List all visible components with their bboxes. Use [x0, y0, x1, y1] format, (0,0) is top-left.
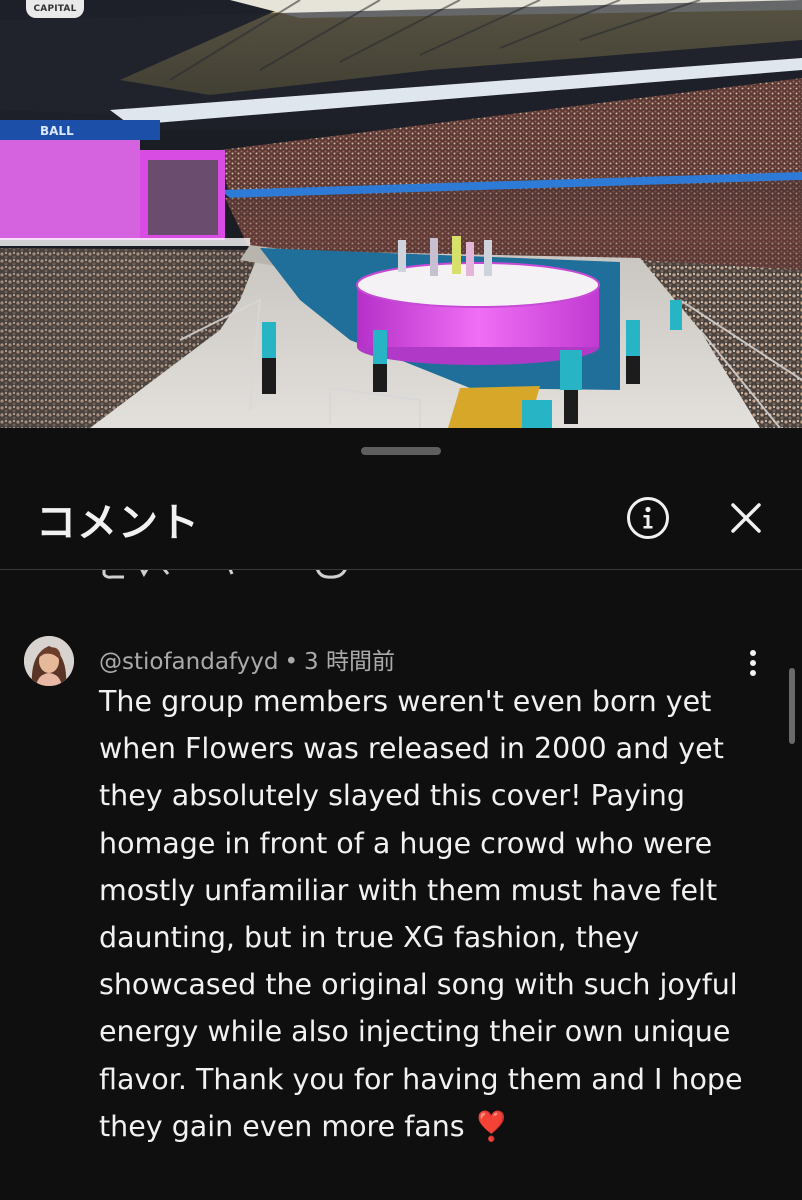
stadium-scene-image: BALL — [0, 0, 802, 428]
comments-sheet: コメント @stiofandafyyd • 3 時間前 The group me… — [0, 428, 802, 1200]
channel-logo: CAPITAL — [26, 0, 84, 18]
comment-time: 3 時間前 — [304, 649, 395, 675]
sheet-title: コメント — [36, 500, 200, 546]
comment-text: The group members weren't even born yet … — [99, 685, 743, 1143]
avatar-image — [24, 636, 74, 686]
more-options-button[interactable] — [738, 646, 768, 680]
close-icon — [731, 503, 761, 533]
svg-text:BALL: BALL — [40, 124, 74, 138]
more-vert-icon — [750, 650, 756, 676]
meta-separator: • — [284, 649, 299, 675]
comment-author[interactable]: @stiofandafyyd — [99, 649, 278, 675]
scrollbar-thumb[interactable] — [789, 668, 795, 744]
comment-meta: @stiofandafyyd • 3 時間前 — [99, 642, 395, 676]
close-button[interactable] — [724, 496, 768, 540]
video-player[interactable]: BALL CAPITAL — [0, 0, 802, 428]
info-button[interactable] — [626, 496, 670, 540]
avatar[interactable] — [24, 636, 74, 686]
previous-comment-actions — [0, 570, 802, 582]
clipped-action-icons — [102, 570, 347, 579]
info-icon — [627, 497, 669, 539]
drag-handle[interactable] — [361, 447, 441, 455]
